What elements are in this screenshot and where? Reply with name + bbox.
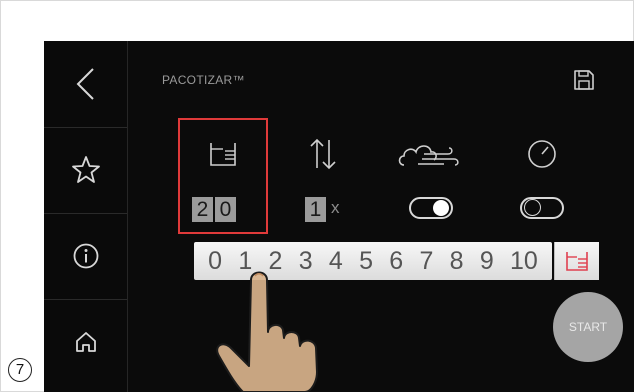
- home-icon: [75, 332, 96, 352]
- air-setting[interactable]: [395, 137, 463, 171]
- cloud-wind-icon: [398, 145, 459, 166]
- portion-digit-ones[interactable]: 0: [215, 197, 236, 222]
- scale-number[interactable]: 6: [389, 247, 403, 276]
- scale-number[interactable]: 5: [359, 247, 373, 276]
- repeat-suffix: x: [331, 198, 340, 217]
- repeat-setting[interactable]: [303, 137, 343, 171]
- pressure-setting[interactable]: [522, 137, 562, 171]
- toggle-knob: [524, 199, 541, 216]
- portion-container-icon: [566, 252, 588, 271]
- favorites-button[interactable]: [44, 127, 127, 213]
- scale-number[interactable]: 9: [480, 247, 494, 276]
- portion-setting[interactable]: [203, 137, 243, 171]
- portion-container-icon: [210, 143, 236, 166]
- portion-digit-tens[interactable]: 2: [192, 197, 213, 222]
- chevron-left-icon: [76, 68, 94, 100]
- step-number-badge: 7: [8, 358, 32, 382]
- scale-portion-button[interactable]: [554, 242, 599, 280]
- scale-number[interactable]: 10: [510, 247, 538, 276]
- home-button[interactable]: [44, 299, 127, 385]
- pointing-hand-icon: [216, 271, 318, 392]
- repeat-count[interactable]: 1: [305, 197, 326, 222]
- up-down-arrows-icon: [310, 138, 336, 170]
- star-icon: [71, 156, 100, 183]
- scale-number[interactable]: 7: [419, 247, 433, 276]
- scale-number[interactable]: 8: [450, 247, 464, 276]
- start-button[interactable]: START: [553, 292, 623, 362]
- pressure-toggle[interactable]: [520, 197, 564, 219]
- info-button[interactable]: [44, 213, 127, 299]
- page-title: PACOTIZAR™: [162, 73, 245, 87]
- toggle-knob: [433, 200, 449, 216]
- back-button[interactable]: [44, 41, 127, 127]
- floppy-disk-icon[interactable]: [572, 68, 596, 92]
- info-icon: [73, 243, 98, 269]
- gauge-icon: [528, 140, 556, 168]
- air-toggle[interactable]: [409, 197, 453, 219]
